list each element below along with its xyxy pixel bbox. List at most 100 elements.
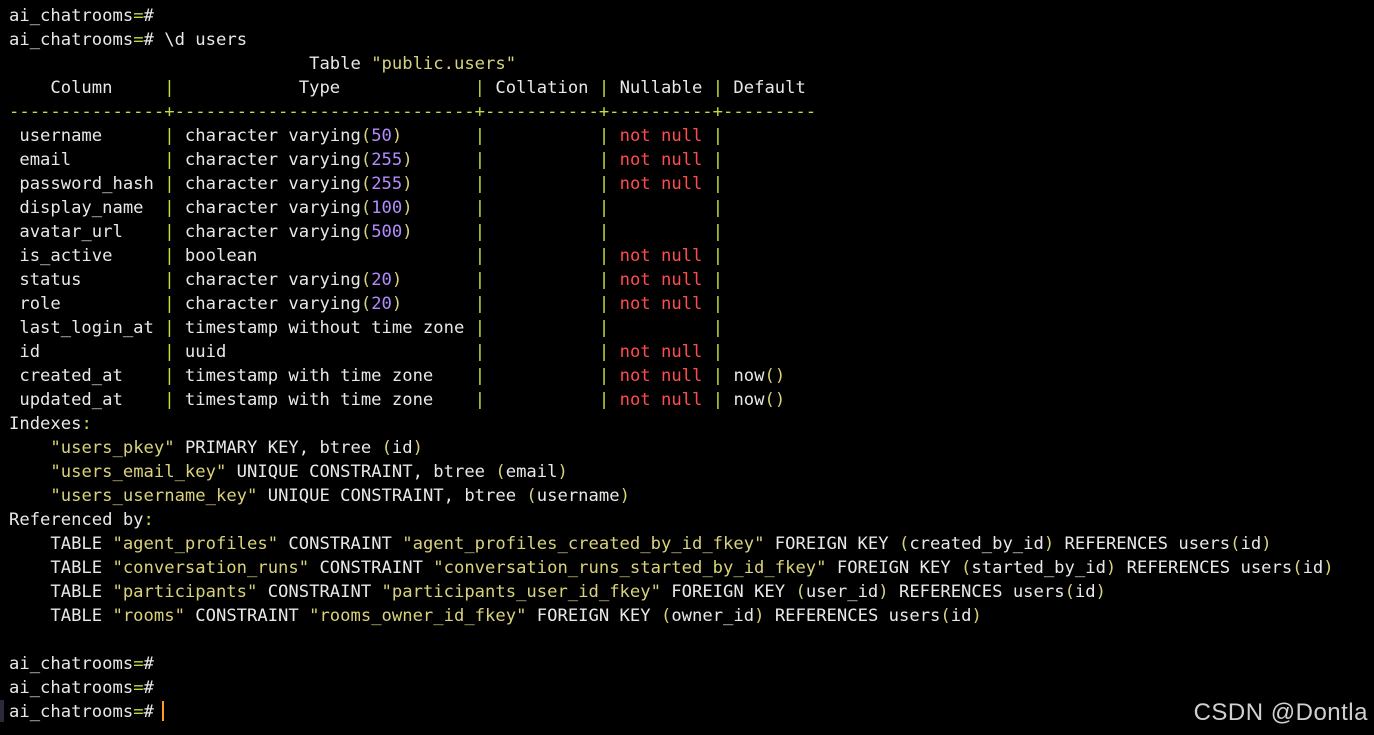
cell-nullable: not null xyxy=(619,126,703,146)
prompt-equals: = xyxy=(133,678,144,698)
prompt-equals: = xyxy=(133,6,144,26)
cell-nullable: not null xyxy=(619,246,703,266)
col-sep: | xyxy=(474,150,486,170)
type-text: character varying xyxy=(174,198,361,218)
separator: ---------------+------------------------… xyxy=(9,102,817,122)
paren: ( xyxy=(360,222,372,242)
type-arg: 100 xyxy=(371,198,403,218)
index-name: "users_email_key" xyxy=(50,462,227,482)
type-text: uuid xyxy=(174,342,227,362)
cell-nullable: not null xyxy=(619,150,703,170)
kw-references: REFERENCES xyxy=(1054,534,1179,554)
col-sep: | xyxy=(598,342,610,362)
text-cursor[interactable] xyxy=(161,701,164,721)
paren: ) xyxy=(1323,558,1334,578)
cell-default: now xyxy=(723,390,765,410)
table-row: id | uuid | | not null | xyxy=(9,340,1374,364)
col-sep: | xyxy=(164,246,175,266)
paren: ) xyxy=(878,582,889,602)
type-text: character varying xyxy=(174,294,361,314)
index-entry: "users_email_key" UNIQUE CONSTRAINT, btr… xyxy=(9,460,1374,484)
col-sep: | xyxy=(712,174,724,194)
cell-type: timestamp without time zone xyxy=(175,318,475,338)
prompt-hash: # xyxy=(143,678,154,698)
prompt-line: ai_chatrooms=# xyxy=(9,652,1374,676)
paren: ) xyxy=(412,438,423,458)
paren: ( xyxy=(360,126,372,146)
type-text: boolean xyxy=(174,246,258,266)
prompt-hash: # xyxy=(143,654,154,674)
index-col: id xyxy=(391,438,413,458)
cell-type: boolean xyxy=(175,246,475,266)
cell-type: character varying(50) xyxy=(175,126,475,146)
ref-table-name: users xyxy=(888,606,941,626)
ref-constraint: "rooms_owner_id_fkey" xyxy=(309,606,527,626)
colon: : xyxy=(81,414,92,434)
type-arg: 500 xyxy=(371,222,403,242)
col-sep: | xyxy=(712,78,724,98)
kw-foreign-key: FOREIGN KEY xyxy=(526,606,661,626)
cell-nullable: not null xyxy=(619,390,703,410)
cell-column-name: display_name xyxy=(9,198,165,218)
header-separator: ---------------+------------------------… xyxy=(9,100,1374,124)
header-collation: Collation xyxy=(485,78,599,98)
ref-table: "conversation_runs" xyxy=(112,558,310,578)
col-sep: | xyxy=(598,390,610,410)
cell-nullable: not null xyxy=(619,342,703,362)
index-name: "users_pkey" xyxy=(50,438,175,458)
table-row: updated_at | timestamp with time zone | … xyxy=(9,388,1374,412)
paren: ( xyxy=(360,198,372,218)
col-sep: | xyxy=(474,294,486,314)
colon: : xyxy=(143,510,154,530)
reference-entry: TABLE "agent_profiles" CONSTRAINT "agent… xyxy=(9,532,1374,556)
col-sep: | xyxy=(712,366,724,386)
table-row: password_hash | character varying(255) |… xyxy=(9,172,1374,196)
cell-nullable: not null xyxy=(619,270,703,290)
type-text: timestamp with time zone xyxy=(174,390,434,410)
cell-type: timestamp with time zone xyxy=(175,390,475,410)
paren: ( xyxy=(360,294,372,314)
kw-foreign-key: FOREIGN KEY xyxy=(826,558,962,578)
col-sep: | xyxy=(712,318,724,338)
index-desc: PRIMARY KEY, btree xyxy=(174,438,382,458)
ref-table: "agent_profiles" xyxy=(112,534,279,554)
cell-column-name: email xyxy=(9,150,165,170)
paren: ) xyxy=(1105,558,1117,578)
paren: ( xyxy=(1292,558,1303,578)
cell-type: uuid xyxy=(175,342,475,362)
cell-column-name: last_login_at xyxy=(9,318,165,338)
cell-column-name: password_hash xyxy=(9,174,165,194)
col-sep: | xyxy=(474,318,486,338)
cell-type: character varying(20) xyxy=(175,294,475,314)
kw-table: TABLE xyxy=(9,534,113,554)
paren: ) xyxy=(402,174,413,194)
terminal-output[interactable]: ai_chatrooms=# ai_chatrooms=# \d users Ta… xyxy=(0,4,1374,735)
ref-table-name: users xyxy=(1178,534,1231,554)
cell-column-name: created_at xyxy=(9,366,165,386)
col-sep: | xyxy=(598,126,610,146)
paren: ) xyxy=(1043,534,1055,554)
col-sep: | xyxy=(598,222,610,242)
ref-col: id xyxy=(1240,534,1262,554)
ref-fk-col: started_by_id xyxy=(971,558,1106,578)
kw-constraint: CONSTRAINT xyxy=(309,558,434,578)
ref-fk-col: owner_id xyxy=(671,606,755,626)
paren: ) xyxy=(391,294,403,314)
paren: ) xyxy=(402,150,413,170)
index-col: username xyxy=(536,486,620,506)
cell-column-name: is_active xyxy=(9,246,165,266)
index-name: "users_username_key" xyxy=(50,486,258,506)
paren: ) xyxy=(391,126,403,146)
paren: ( xyxy=(940,606,951,626)
ref-constraint: "conversation_runs_started_by_id_fkey" xyxy=(433,558,827,578)
cell-column-name: status xyxy=(9,270,165,290)
col-sep: | xyxy=(474,126,486,146)
kw-foreign-key: FOREIGN KEY xyxy=(764,534,899,554)
col-sep: | xyxy=(598,78,610,98)
cell-type: character varying(100) xyxy=(175,198,475,218)
type-text: character varying xyxy=(174,222,361,242)
paren: ) xyxy=(619,486,630,506)
col-sep: | xyxy=(474,366,486,386)
type-arg: 20 xyxy=(371,270,392,290)
col-sep: | xyxy=(598,198,610,218)
